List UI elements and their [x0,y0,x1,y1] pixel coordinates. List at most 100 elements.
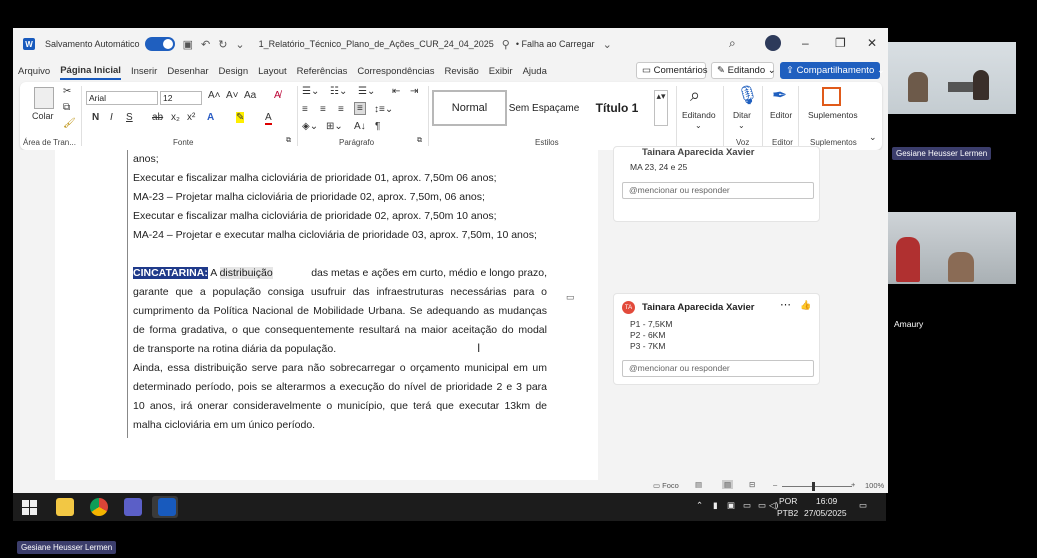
dictate-button[interactable]: Ditar [733,110,751,120]
notifications-icon[interactable]: ▭ [859,500,867,511]
comment-marker-icon[interactable]: ▭ [566,292,575,303]
redo-icon[interactable]: ↻ [218,38,227,51]
style-normal[interactable]: Normal [432,90,507,126]
shading-icon[interactable]: ◈⌄ [302,121,318,132]
input-language[interactable]: POR [779,496,797,506]
read-mode-icon[interactable]: ▤ [695,480,702,489]
bullets-icon[interactable]: ☰⌄ [302,86,319,97]
grow-font-icon[interactable]: A˄ [208,90,221,101]
justify-icon[interactable]: ≡ [354,102,366,115]
subscript-icon[interactable]: x₂ [171,112,180,123]
chrome-icon[interactable] [90,498,108,516]
doc-line[interactable]: MA-23 – Projetar malha cicloviária de pr… [133,191,547,203]
comment-reply-input[interactable]: @mencionar ou responder [622,182,814,199]
font-name-select[interactable]: Arial [86,91,158,105]
web-layout-icon[interactable]: ⊟ [749,480,755,489]
doc-line[interactable]: determinado período, pois se alterarmos … [133,381,547,393]
autosave-toggle[interactable] [144,37,175,51]
tab-referencias[interactable]: Referências [297,66,348,79]
participant-video[interactable] [888,212,1016,284]
tab-arquivo[interactable]: Arquivo [18,66,50,79]
numbering-icon[interactable]: ☷⌄ [330,86,347,97]
align-left-icon[interactable]: ≡ [302,104,308,115]
share-button[interactable]: ⇪ Compartilhamento ⌄ [780,62,885,79]
paste-icon[interactable] [34,87,54,109]
dialog-launcher-icon[interactable]: ⧉ [417,137,422,145]
focus-button[interactable]: ▭ Foco [653,481,679,490]
doc-line[interactable]: cumprimento da Política Nacional de Mobi… [133,305,547,317]
zoom-level[interactable]: 100% [865,481,884,490]
doc-line[interactable]: garante que a população consiga usufruir… [133,286,547,298]
doc-line[interactable]: anos; [133,153,547,165]
decrease-indent-icon[interactable]: ⇤ [392,86,400,97]
load-status[interactable]: • Falha ao Carregar [516,39,595,49]
doc-line[interactable]: MA-24 – Projetar e executar malha ciclov… [133,229,547,241]
save-icon[interactable]: ▣ [183,38,193,51]
tab-ajuda[interactable]: Ajuda [523,66,547,79]
strikethrough-icon[interactable]: ab [152,112,163,123]
like-icon[interactable]: 👍 [800,300,811,311]
highlight-color-icon[interactable]: ✎ [236,112,245,123]
battery-icon[interactable]: ▭ [743,500,751,511]
zoom-slider-thumb[interactable] [812,482,815,491]
more-options-icon[interactable]: ⋯ [780,298,791,311]
tab-design[interactable]: Design [219,66,249,79]
usb-icon[interactable]: ▮ [713,500,718,511]
style-heading-1[interactable]: Título 1 [582,90,652,126]
addins-button[interactable]: Suplementos [808,110,858,120]
increase-indent-icon[interactable]: ⇥ [410,86,418,97]
keyboard-layout[interactable]: PTB2 [777,508,798,518]
align-right-icon[interactable]: ≡ [338,104,344,115]
participant-video[interactable] [888,42,1016,114]
comment-reply-input[interactable]: @mencionar ou responder [622,360,814,377]
doc-line[interactable]: de forma gradativa, o que consequentemen… [133,324,547,336]
selected-text[interactable]: distribuição [219,267,273,279]
change-case-icon[interactable]: Aa [244,90,256,101]
minimize-button[interactable]: – [802,36,809,50]
paste-button[interactable]: Colar [32,111,54,121]
file-explorer-icon[interactable] [56,498,74,516]
account-avatar[interactable] [765,35,781,51]
copy-icon[interactable]: ⧉ [63,102,70,113]
underline-icon[interactable]: S [126,112,133,123]
network-icon[interactable]: ▭ [758,500,766,511]
cincatarina-label[interactable]: CINCATARINA: [133,267,208,279]
app-tray-icon[interactable]: ▣ [727,500,735,511]
multilevel-list-icon[interactable]: ☰⌄ [358,86,375,97]
style-no-spacing[interactable]: Sem Espaçame [508,90,580,126]
restore-button[interactable]: ❐ [835,36,846,50]
comment-card[interactable]: TA Tainara Aparecida Xavier ⋯ 👍 P1 - 7,5… [613,293,820,385]
doc-line[interactable]: malha cicloviária em um único período. [133,419,547,431]
doc-line[interactable]: Ainda, essa distribuição serve para não … [133,362,547,374]
undo-icon[interactable]: ↶ [201,38,210,51]
doc-line[interactable]: de transporte na rotina diária da popula… [133,343,547,355]
editor-button[interactable]: Editor [770,110,792,120]
italic-icon[interactable]: I [110,112,113,123]
zoom-out-icon[interactable]: – [773,480,777,489]
tab-revisao[interactable]: Revisão [444,66,478,79]
clock-date[interactable]: 27/05/2025 [804,508,847,518]
editor-icon[interactable]: ✒ [772,85,787,106]
teams-icon[interactable] [124,498,142,516]
tab-inserir[interactable]: Inserir [131,66,157,79]
find-icon[interactable]: ⌕ [690,85,700,106]
tab-pagina-inicial[interactable]: Página Inicial [60,65,121,80]
comment-card[interactable]: Tainara Aparecida Xavier MA 23, 24 e 25 … [613,146,820,222]
bold-icon[interactable]: N [92,112,99,123]
line-spacing-icon[interactable]: ↕≡⌄ [374,104,393,115]
chevron-up-icon[interactable]: ⌃ [696,500,703,511]
show-marks-icon[interactable]: ¶ [375,121,380,132]
clear-formatting-icon[interactable]: A̸ [274,90,281,101]
microphone-icon[interactable]: 🎙 [736,85,759,106]
doc-line[interactable]: CINCATARINA: A distribuição das metas e … [133,267,547,279]
align-center-icon[interactable]: ≡ [320,104,326,115]
text-effects-icon[interactable]: A [207,112,214,123]
comments-button[interactable]: ▭ Comentários [636,62,707,79]
addins-icon[interactable] [822,87,841,106]
print-layout-icon[interactable]: ▤ [722,480,734,489]
tab-layout[interactable]: Layout [258,66,287,79]
close-button[interactable]: ✕ [867,36,877,50]
zoom-slider[interactable] [782,486,852,487]
clock-time[interactable]: 16:09 [816,496,837,506]
format-painter-icon[interactable]: 🖌 [63,118,76,129]
